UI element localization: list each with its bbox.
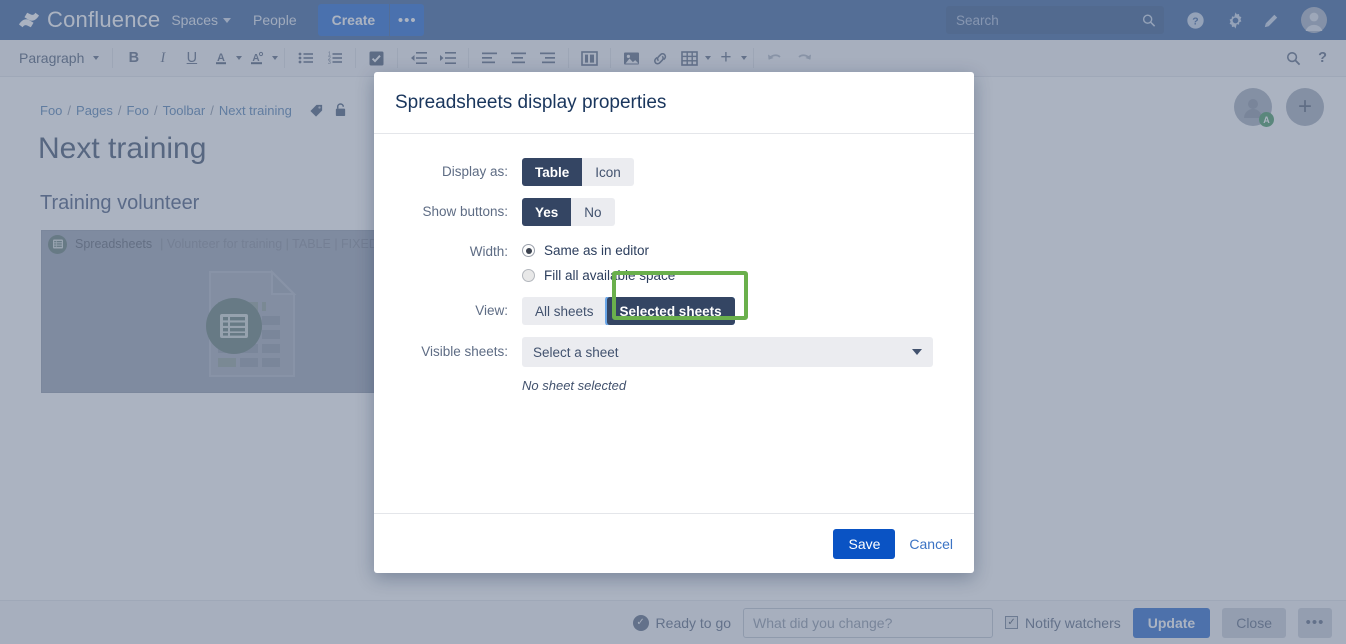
view-label: View:: [395, 297, 522, 325]
view-segmented-control: All sheets Selected sheets: [522, 297, 735, 325]
display-as-option-table[interactable]: Table: [522, 158, 582, 186]
visible-sheets-select[interactable]: Select a sheet: [522, 337, 933, 367]
radio-unselected-icon: [522, 269, 535, 282]
chevron-down-icon: [912, 349, 922, 355]
dialog-footer: Save Cancel: [374, 513, 974, 573]
display-as-option-icon[interactable]: Icon: [582, 158, 634, 186]
width-option-same-as-editor[interactable]: Same as in editor: [522, 238, 675, 263]
form-row-view: View: All sheets Selected sheets: [395, 297, 953, 325]
width-label: Width:: [395, 238, 522, 266]
show-buttons-label: Show buttons:: [395, 198, 522, 226]
width-option-same-as-editor-label: Same as in editor: [544, 243, 649, 258]
spreadsheets-display-properties-dialog: Spreadsheets display properties Display …: [374, 72, 974, 573]
show-buttons-segmented-control: Yes No: [522, 198, 615, 226]
view-option-selected-sheets[interactable]: Selected sheets: [607, 297, 735, 325]
dialog-title: Spreadsheets display properties: [395, 92, 666, 114]
show-buttons-option-no[interactable]: No: [571, 198, 614, 226]
visible-sheets-hint: No sheet selected: [522, 378, 933, 393]
cancel-button[interactable]: Cancel: [909, 536, 953, 552]
form-row-visible-sheets: Visible sheets: Select a sheet No sheet …: [395, 337, 953, 393]
visible-sheets-value: Select a sheet: [533, 345, 619, 360]
dialog-header: Spreadsheets display properties: [374, 72, 974, 134]
dialog-body: Display as: Table Icon Show buttons: Yes…: [374, 134, 974, 513]
view-option-all-sheets[interactable]: All sheets: [522, 297, 607, 325]
form-row-display-as: Display as: Table Icon: [395, 158, 953, 186]
save-button[interactable]: Save: [833, 529, 895, 559]
radio-selected-icon: [522, 244, 535, 257]
show-buttons-option-yes[interactable]: Yes: [522, 198, 571, 226]
form-row-width: Width: Same as in editor Fill all availa…: [395, 238, 953, 288]
width-radio-group: Same as in editor Fill all available spa…: [522, 238, 675, 288]
display-as-label: Display as:: [395, 158, 522, 186]
width-option-fill-space[interactable]: Fill all available space: [522, 263, 675, 288]
form-row-show-buttons: Show buttons: Yes No: [395, 198, 953, 226]
display-as-segmented-control: Table Icon: [522, 158, 634, 186]
width-option-fill-space-label: Fill all available space: [544, 268, 675, 283]
visible-sheets-label: Visible sheets:: [395, 337, 522, 367]
